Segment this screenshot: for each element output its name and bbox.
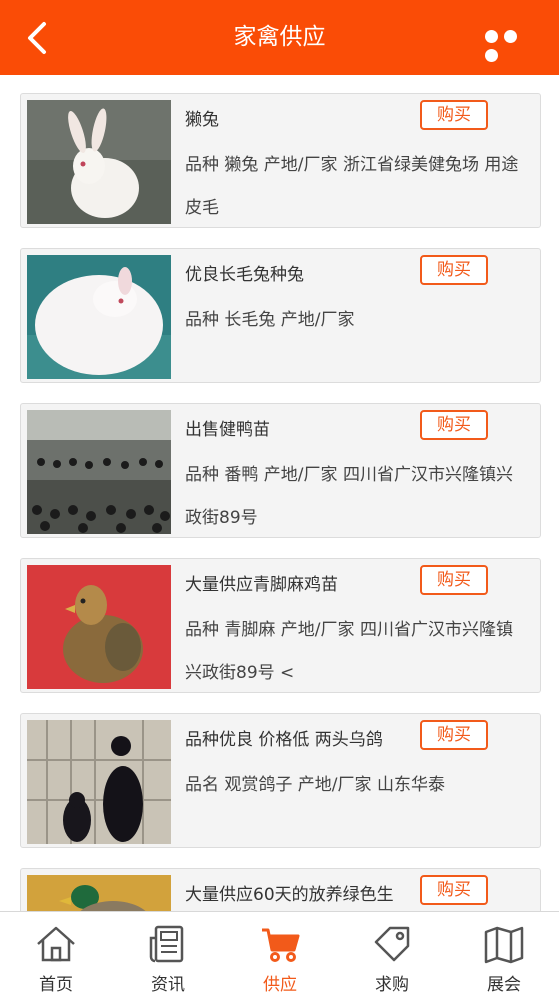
product-image-pigeons[interactable] [27, 720, 171, 844]
product-card[interactable]: 品种优良 价格低 两头乌鸽 购买 品名 观赏鸽子 产地/厂家 山东华泰 [20, 713, 541, 848]
home-icon [37, 926, 75, 962]
tab-label: 供应 [263, 975, 297, 995]
product-desc: 品种 青脚麻 产地/厂家 四川省广汉市兴隆镇兴政街89号 < [185, 620, 513, 683]
product-image-rabbit[interactable] [27, 100, 171, 224]
tab-exhibition[interactable]: 展会 [448, 912, 559, 998]
buy-button[interactable]: 购买 [420, 875, 488, 905]
bottom-tab-bar: 首页 资讯 供应 求购 展会 [0, 911, 559, 998]
buy-button[interactable]: 购买 [420, 100, 488, 130]
buy-button[interactable]: 购买 [420, 255, 488, 285]
page-title: 家禽供应 [233, 24, 326, 50]
top-header: 家禽供应 [0, 0, 559, 75]
tab-label: 首页 [39, 975, 73, 995]
product-desc: 品种 长毛兔 产地/厂家 [185, 310, 355, 330]
more-options-icon[interactable] [485, 28, 537, 62]
product-desc: 品种 番鸭 产地/厂家 四川省广汉市兴隆镇兴政街89号 [185, 465, 513, 528]
product-card[interactable]: 獭兔 购买 品种 獭兔 产地/厂家 浙江省绿美健兔场 用途 皮毛 [20, 93, 541, 228]
product-image-hen[interactable] [27, 565, 171, 689]
tab-purchase[interactable]: 求购 [336, 912, 448, 998]
tab-label: 资讯 [151, 975, 185, 995]
buy-button[interactable]: 购买 [420, 720, 488, 750]
product-desc: 品名 观赏鸽子 产地/厂家 山东华泰 [185, 775, 445, 795]
product-name[interactable]: 大量供应青脚麻鸡苗 [185, 570, 421, 595]
product-card[interactable]: 优良长毛兔种兔 购买 品种 长毛兔 产地/厂家 [20, 248, 541, 383]
buy-button[interactable]: 购买 [420, 565, 488, 595]
cart-icon [262, 928, 300, 962]
product-card[interactable]: 大量供应青脚麻鸡苗 购买 品种 青脚麻 产地/厂家 四川省广汉市兴隆镇兴政街89… [20, 558, 541, 693]
product-card[interactable]: 大量供应60天的放养绿色生 购买 [20, 868, 541, 911]
product-name[interactable]: 优良长毛兔种兔 [185, 260, 421, 285]
product-name[interactable]: 大量供应60天的放养绿色生 [185, 880, 421, 905]
product-name[interactable]: 品种优良 价格低 两头乌鸽 [185, 725, 421, 750]
product-image-mallard[interactable] [27, 875, 171, 911]
tab-label: 展会 [487, 975, 521, 995]
product-name[interactable]: 出售健鸭苗 [185, 415, 421, 440]
product-card[interactable]: 出售健鸭苗 购买 品种 番鸭 产地/厂家 四川省广汉市兴隆镇兴政街89号 [20, 403, 541, 538]
product-desc: 品种 獭兔 产地/厂家 浙江省绿美健兔场 用途 皮毛 [185, 155, 519, 218]
buy-button[interactable]: 购买 [420, 410, 488, 440]
tab-supply[interactable]: 供应 [224, 912, 336, 998]
product-name[interactable]: 獭兔 [185, 105, 421, 130]
product-image-duck-farm[interactable] [27, 410, 171, 534]
tab-news[interactable]: 资讯 [112, 912, 224, 998]
tag-icon [374, 926, 410, 962]
tab-home[interactable]: 首页 [0, 912, 112, 998]
product-list[interactable]: 獭兔 购买 品种 獭兔 产地/厂家 浙江省绿美健兔场 用途 皮毛 优良长毛兔种兔… [0, 75, 559, 911]
product-image-angora[interactable] [27, 255, 171, 379]
news-icon [149, 925, 184, 963]
tab-label: 求购 [375, 975, 409, 995]
map-icon [484, 926, 524, 964]
